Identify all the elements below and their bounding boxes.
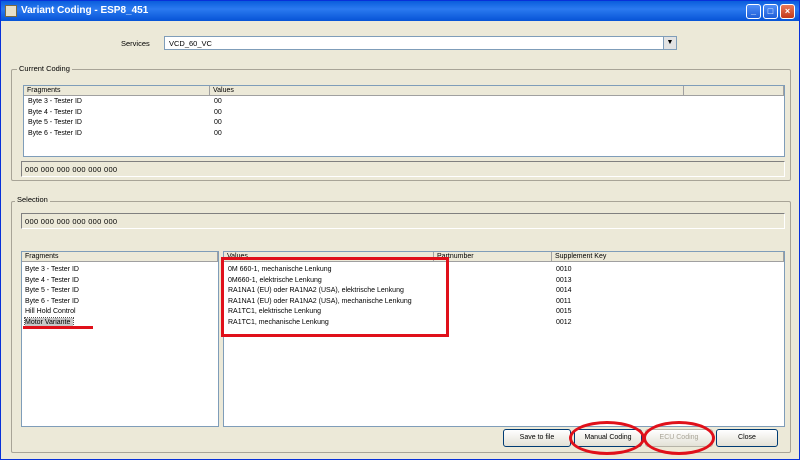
supplement-key: 0015 [556, 308, 572, 315]
services-dropdown[interactable]: VCD_60_VC ▼ [164, 36, 677, 50]
selection-readout: 000 000 000 000 000 000 [21, 213, 785, 229]
current-coding-string: 000 000 000 000 000 000 [25, 165, 118, 174]
fragment-item[interactable]: Byte 6 - Tester ID [25, 297, 215, 308]
list-item-value: 00 [214, 98, 222, 105]
column-header-empty [684, 86, 784, 96]
supplement-key: 0012 [556, 318, 572, 326]
current-coding-label: Current Coding [17, 64, 72, 73]
column-header-supplement-key[interactable]: Supplement Key [552, 252, 784, 262]
minimize-button[interactable]: _ [746, 4, 761, 19]
title-bar: Variant Coding - ESP8_451 _ □ × [1, 1, 799, 21]
annotation-circle-ecu-coding [643, 421, 715, 455]
selection-label: Selection [15, 195, 50, 204]
list-item[interactable]: Byte 4 - Tester ID [28, 108, 208, 119]
fragment-item[interactable]: Byte 4 - Tester ID [25, 276, 215, 287]
annotation-highlight-values [221, 257, 449, 337]
close-window-button[interactable]: × [780, 4, 795, 19]
column-header-fragments[interactable]: Fragments [24, 86, 210, 96]
fragment-item[interactable]: Byte 5 - Tester ID [25, 286, 215, 297]
fragment-item[interactable]: Byte 3 - Tester ID [25, 265, 215, 276]
list-item[interactable]: Byte 3 - Tester ID [28, 97, 208, 108]
list-item-value: 00 [214, 129, 222, 137]
column-header-partnumber[interactable]: Partnumber [434, 252, 552, 262]
list-item-value: 00 [214, 119, 222, 126]
selection-coding-string: 000 000 000 000 000 000 [25, 217, 118, 226]
column-header-values[interactable]: Values [210, 86, 684, 96]
supplement-key: 0010 [556, 266, 572, 273]
current-coding-list[interactable]: Fragments Values Byte 3 - Tester ID Byte… [23, 85, 785, 157]
supplement-key: 0011 [556, 297, 572, 305]
fragments-list[interactable]: Fragments Byte 3 - Tester ID Byte 4 - Te… [21, 251, 219, 427]
services-label: Services [121, 39, 150, 48]
chevron-down-icon[interactable]: ▼ [663, 37, 676, 49]
supplement-key: 0013 [556, 276, 572, 284]
annotation-circle-manual-coding [569, 421, 645, 455]
annotation-underline-motor-variante [23, 326, 93, 329]
save-to-file-button[interactable]: Save to file [503, 429, 571, 447]
close-button[interactable]: Close [716, 429, 778, 447]
fragment-item[interactable]: Hill Hold Control [25, 307, 215, 318]
list-item-value: 00 [214, 108, 222, 116]
fragments-header[interactable]: Fragments [22, 252, 218, 262]
app-icon [5, 5, 17, 17]
current-coding-readout: 000 000 000 000 000 000 [21, 161, 785, 177]
list-item[interactable]: Byte 5 - Tester ID [28, 118, 208, 129]
maximize-button[interactable]: □ [763, 4, 778, 19]
list-item[interactable]: Byte 6 - Tester ID [28, 129, 208, 140]
services-value: VCD_60_VC [169, 39, 212, 48]
supplement-key: 0014 [556, 287, 572, 294]
variant-coding-window: Variant Coding - ESP8_451 _ □ × Services… [0, 0, 800, 460]
window-title: Variant Coding - ESP8_451 [21, 5, 149, 16]
